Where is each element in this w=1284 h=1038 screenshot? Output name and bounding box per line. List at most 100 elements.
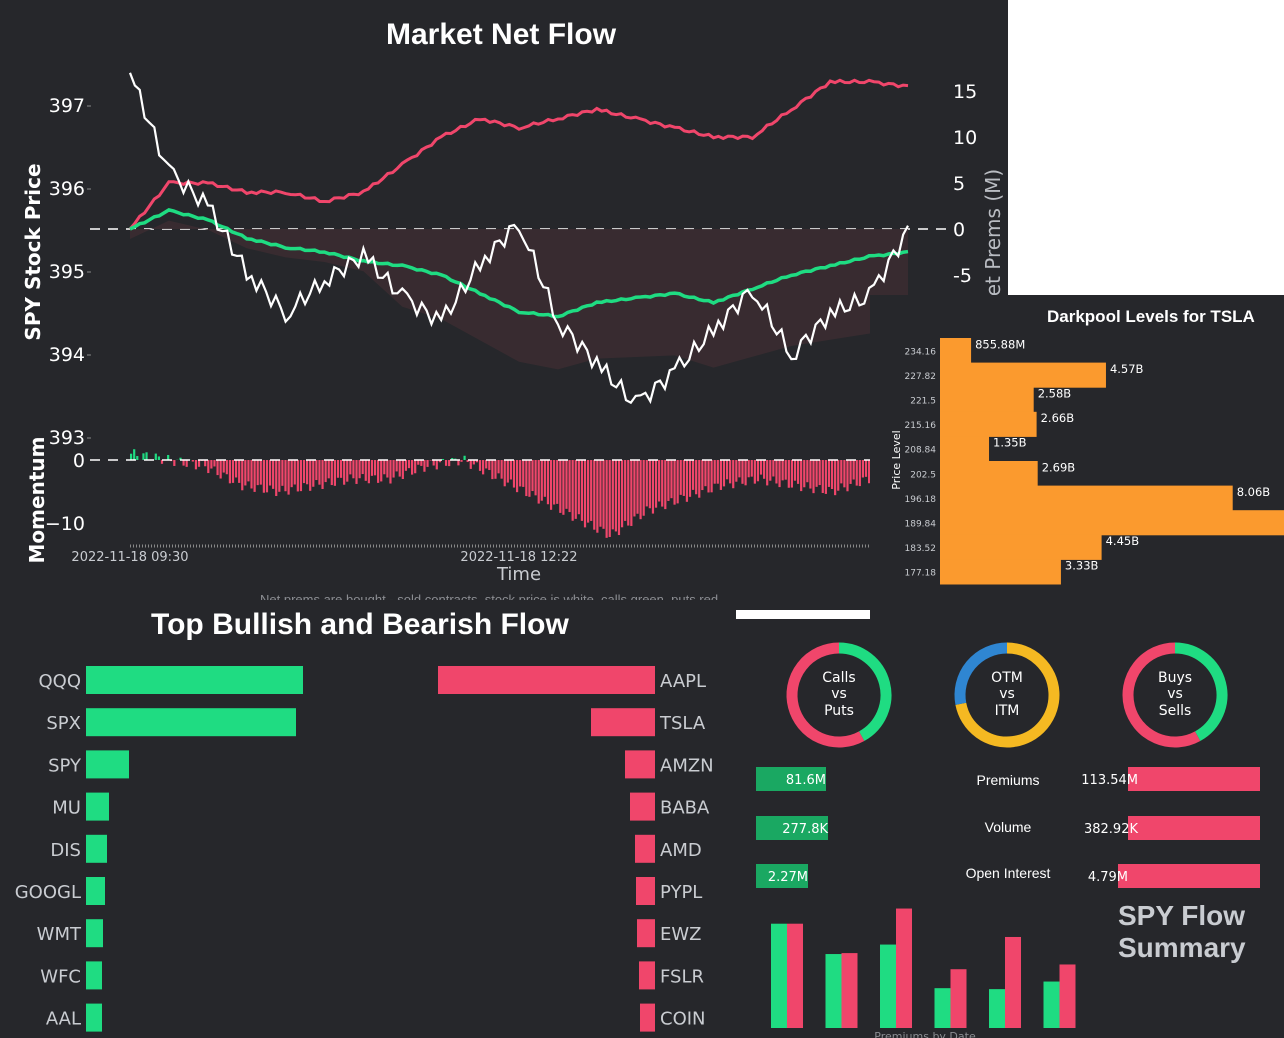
momentum-bar [790,460,794,488]
momentum-bar [627,460,630,526]
momentum-bar [796,460,800,484]
bullish-ticker-label: WFC [40,966,81,987]
donut-label: Sells [1159,703,1192,719]
momentum-bar [648,460,651,509]
momentum-bar [537,460,540,504]
momentum-bar [812,460,815,494]
momentum-bar [460,460,463,462]
momentum-bar [197,460,201,467]
darkpool-bar [940,362,1106,388]
momentum-bar [704,460,707,487]
momentum-bar [688,460,692,497]
bullish-ticker-label: GOOGL [15,882,81,903]
momentum-bar [191,460,194,462]
market-title: Market Net Flow [386,18,617,51]
momentum-bar [358,460,361,479]
donut-label: OTM [991,670,1023,686]
bearish-bar [630,792,655,821]
donut-slice [786,642,865,748]
donut-label: Calls [822,670,855,686]
momentum-bar [549,460,553,510]
momentum-bar [620,460,624,528]
momentum-bar [133,449,136,460]
momentum-bar [281,460,284,486]
donut-label: Puts [824,703,854,719]
momentum-bar [429,460,432,461]
momentum-bar [531,460,534,492]
net-area [130,220,908,370]
momentum-bar [444,460,448,466]
market-net-flow-chart: 393 394 395 396 397 -5 0 5 10 15 SPY Stock Price Ne… [21,72,1005,585]
momentum-bar [642,460,645,516]
momentum-bar [312,460,315,487]
darkpool-value-label: 8.06B [1237,485,1271,499]
momentum-bar [478,460,482,471]
summary-title-line1: SPY Flow [1118,900,1246,931]
momentum-bar [296,460,299,492]
momentum-bar [457,460,460,466]
momentum-bar [219,460,222,479]
momentum-bar [355,460,358,484]
momentum-bar [222,460,225,473]
momentum-bar [658,460,661,502]
momentum-bar [821,460,824,494]
darkpool-bar [940,534,1102,560]
momentum-bar [729,460,732,484]
momentum-bar [830,460,834,489]
momentum-bar [543,460,546,497]
momentum-bar [670,460,673,499]
momentum-bar [173,460,176,466]
momentum-bar [247,460,250,482]
darkpool-bar [940,411,1037,437]
bullish-bar [86,919,103,948]
momentum-bar [512,460,516,488]
flow-summary-panel: Top Bullish and Bearish Flow QQQ SPX SPY MU… [0,600,1284,1038]
momentum-bar [587,460,590,523]
momentum-bar [417,460,420,465]
momentum-bar [735,460,738,482]
momentum-bar [420,460,423,466]
bullish-bar [86,961,102,990]
momentum-bar [525,460,528,497]
darkpool-bar [940,559,1061,585]
momentum-bar [194,460,198,470]
momentum-bar [210,460,213,469]
momentum-bar [741,460,744,484]
momentum-bar [435,460,438,470]
momentum-bar [698,460,701,498]
darkpool-tick-label: 183.52 [905,544,937,554]
momentum-bar [695,460,698,495]
puts-metric-bar [1128,767,1260,791]
bullish-bar [86,708,296,737]
darkpool-value-label: 2.66B [1041,411,1075,425]
momentum-bar [534,460,537,496]
momentum-bar [624,460,627,521]
y-tick-label: 396 [49,178,85,200]
momentum-bar [843,460,846,488]
momentum-bar [395,460,398,472]
momentum-bar [793,460,797,481]
momentum-bar [766,460,769,486]
darkpool-tick-label: 234.16 [905,347,937,357]
momentum-bar [157,456,160,460]
bearish-ticker-label: BABA [660,798,710,819]
momentum-bar [778,460,781,488]
calls-metric-value: 81.6M [786,773,826,788]
momentum-bar [645,460,648,507]
momentum-bar [482,460,485,475]
momentum-tick-label: −10 [45,513,85,535]
momentum-bar [262,460,265,493]
momentum-bar [756,460,760,482]
momentum-bar [744,460,747,486]
darkpool-panel: Darkpool Levels for TSLA Price Level 234.… [870,295,1284,630]
momentum-bar [824,460,827,494]
momentum-bar [651,460,655,514]
momentum-bar [803,460,806,488]
momentum-bar [750,460,753,477]
momentum-bar [339,460,343,478]
momentum-bar [346,460,349,482]
momentum-bar [228,460,232,484]
momentum-bar [284,460,287,492]
momentum-bar [361,460,364,475]
momentum-bar [330,460,333,486]
